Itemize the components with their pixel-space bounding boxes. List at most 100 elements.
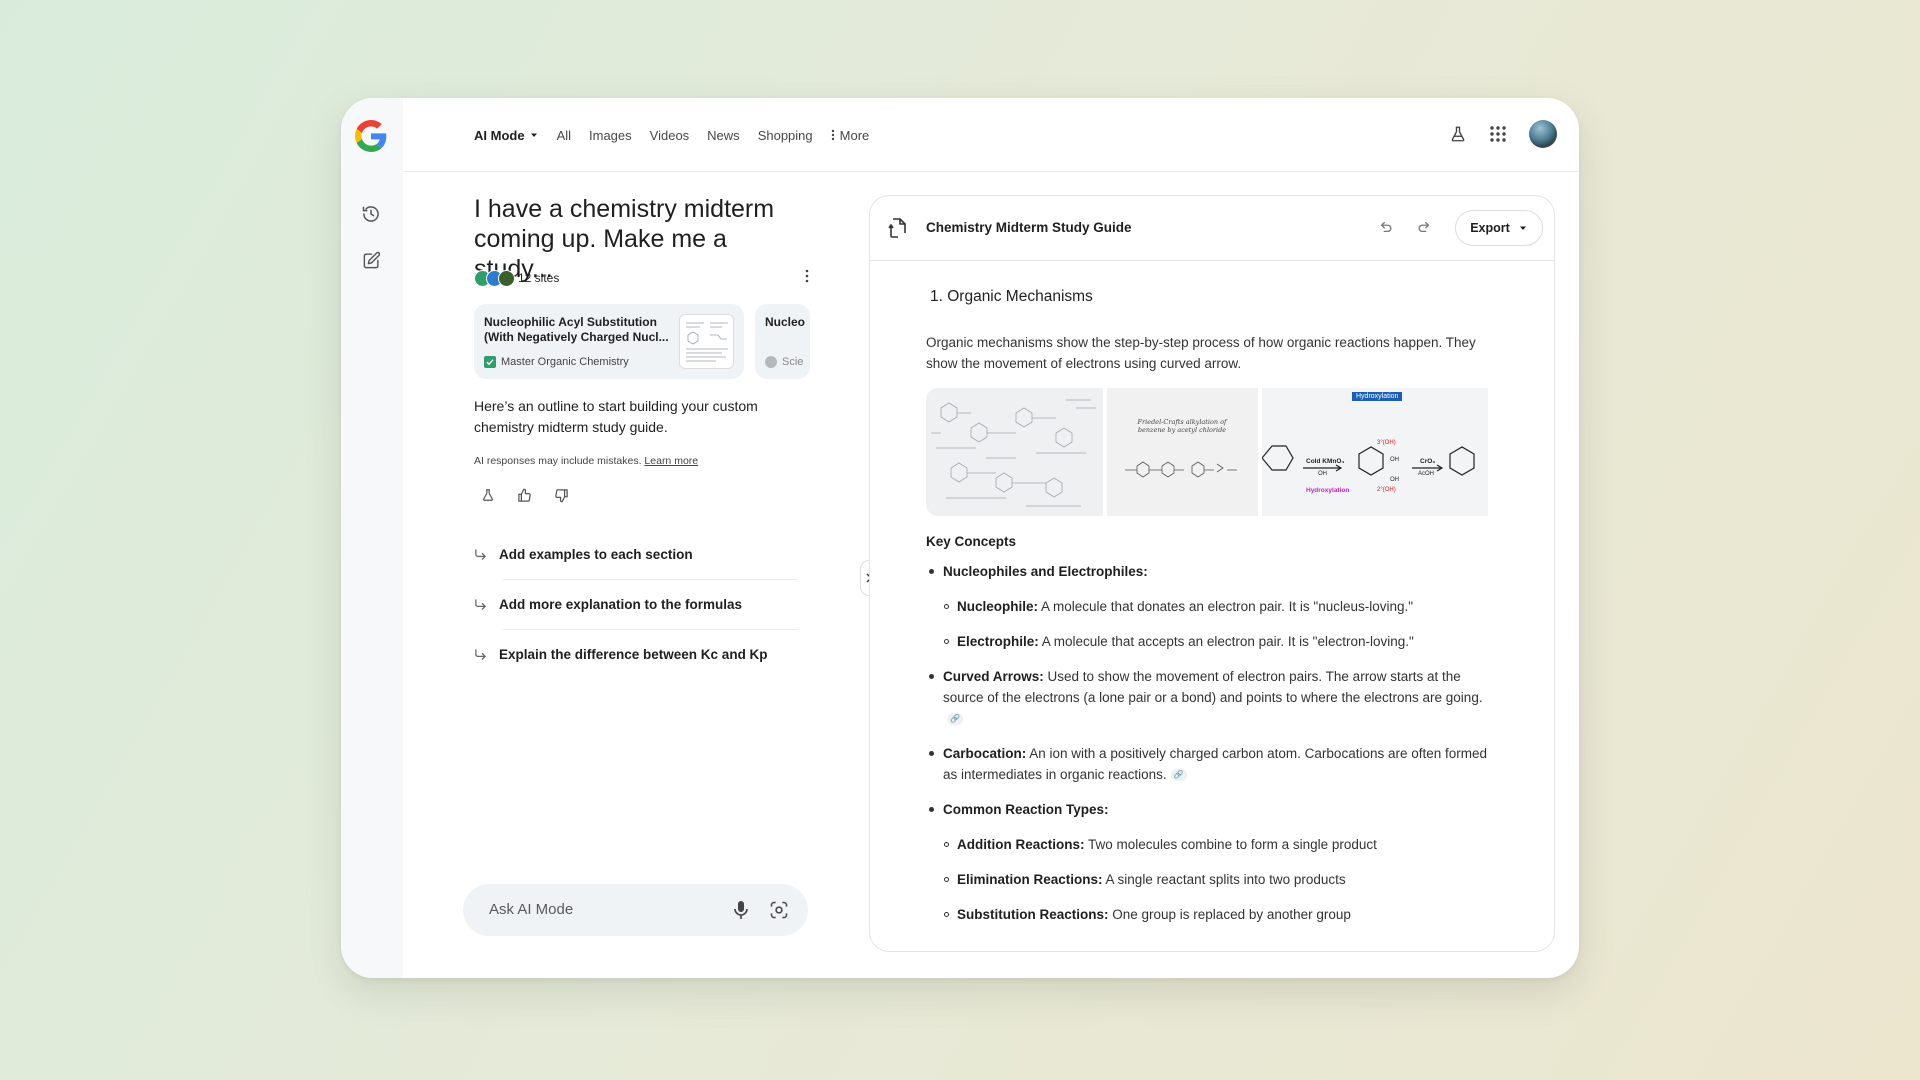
ask-ai-mode-input[interactable]: Ask AI Mode — [463, 884, 808, 936]
concept-term: Common Reaction Types: — [943, 802, 1109, 817]
suggestion-item[interactable]: Add examples to each section — [474, 529, 794, 579]
list-item: Nucleophile: A molecule that donates an … — [943, 596, 1496, 617]
concept-text: A molecule that donates an electron pair… — [1038, 599, 1414, 614]
learn-more-link[interactable]: Learn more — [644, 455, 698, 467]
labs-flask-icon[interactable] — [481, 488, 495, 502]
mechanism-image-2[interactable]: Friedel-Crafts alkylation of benzene by … — [1107, 388, 1258, 516]
reagent-1: Cold KMnO₄ — [1306, 458, 1345, 465]
list-item: Curved Arrows: Used to show the movement… — [926, 666, 1496, 729]
reply-arrow-icon — [475, 548, 487, 560]
apps-grid-icon[interactable] — [1489, 125, 1507, 143]
source-site: Master Organic Chemistry — [484, 356, 629, 368]
suggestion-label: Explain the difference between Kc and Kp — [499, 646, 768, 662]
list-item: Carbocation: An ion with a positively ch… — [926, 743, 1496, 785]
thumbs-up-icon[interactable] — [517, 488, 532, 503]
mechanism-image-1[interactable] — [926, 388, 1103, 516]
disclaimer: AI responses may include mistakes. Learn… — [474, 455, 698, 467]
history-icon — [362, 206, 379, 222]
source-site-name: Master Organic Chemistry — [501, 356, 629, 368]
source-site: Scie — [765, 356, 803, 368]
source-title: Nucleo — [765, 315, 806, 329]
tab-all[interactable]: All — [557, 128, 571, 143]
tab-images[interactable]: Images — [589, 128, 632, 143]
history-button[interactable] — [356, 199, 386, 229]
app-window: AI Mode All Images Videos News Shopping … — [341, 98, 1579, 978]
suggestion-item[interactable]: Explain the difference between Kc and Kp — [474, 629, 794, 679]
tab-videos[interactable]: Videos — [650, 128, 690, 143]
tab-news[interactable]: News — [707, 128, 740, 143]
source-thumbnail — [679, 314, 734, 369]
concept-text: A single reactant splits into two produc… — [1102, 872, 1346, 887]
oh-label-3: 3°(OH) — [1377, 440, 1396, 446]
source-card[interactable]: Nucleophilic Acyl Substitution (With Neg… — [474, 304, 744, 379]
concept-text: One group is replaced by another group — [1108, 907, 1351, 922]
reply-arrow-icon — [475, 648, 487, 660]
concepts-list: Nucleophiles and Electrophiles: Nucleoph… — [926, 561, 1496, 925]
site-favicons — [474, 269, 515, 287]
more-vert-icon — [831, 129, 834, 141]
suggestion-label: Add examples to each section — [499, 546, 693, 562]
side-rail — [341, 98, 403, 978]
concept-term: Nucleophile: — [957, 599, 1039, 614]
redo-icon[interactable] — [1417, 220, 1431, 234]
oh-label-a: OH — [1390, 457, 1399, 463]
search-tabs: AI Mode All Images Videos News Shopping … — [474, 98, 869, 172]
source-card-2[interactable]: Nucleo Scie — [755, 304, 810, 379]
doc-header: Chemistry Midterm Study Guide Export — [870, 196, 1554, 261]
oh-label-b: OH — [1390, 477, 1399, 483]
google-logo-icon[interactable] — [355, 120, 387, 152]
reagent-1b: OH — [1318, 471, 1327, 477]
key-concepts-heading: Key Concepts — [926, 534, 1017, 549]
oh-label-2: 2°(OH) — [1377, 487, 1396, 493]
ask-placeholder: Ask AI Mode — [489, 901, 574, 918]
list-item: Electrophile: A molecule that accepts an… — [943, 631, 1496, 652]
concept-term: Nucleophiles and Electrophiles: — [943, 564, 1148, 579]
link-icon[interactable]: 🔗 — [947, 713, 963, 726]
list-item: Elimination Reactions: A single reactant… — [943, 869, 1496, 890]
concept-term: Substitution Reactions: — [957, 907, 1109, 922]
undo-icon[interactable] — [1379, 220, 1393, 234]
avatar[interactable] — [1529, 120, 1557, 148]
doc-body: 1. Organic Mechanisms Organic mechanisms… — [926, 276, 1496, 939]
list-item: Addition Reactions: Two molecules combin… — [943, 834, 1496, 855]
sub-list: Nucleophile: A molecule that donates an … — [943, 596, 1496, 652]
tab-more[interactable]: More — [831, 128, 869, 143]
source-title: Nucleophilic Acyl Substitution (With Neg… — [484, 315, 669, 344]
image-strip[interactable]: Friedel-Crafts alkylation of benzene by … — [926, 388, 1496, 516]
reagent-2: CrO₃ — [1420, 458, 1436, 465]
document-sync-icon — [888, 218, 906, 238]
section-heading: 1. Organic Mechanisms — [930, 288, 1093, 305]
thumbs-down-icon[interactable] — [554, 488, 569, 503]
suggestion-label: Add more explanation to the formulas — [499, 596, 743, 612]
caret-down-icon — [1519, 226, 1526, 230]
export-button[interactable]: Export — [1455, 210, 1543, 246]
labs-flask-icon[interactable] — [1449, 125, 1467, 143]
list-item: Common Reaction Types: Addition Reaction… — [926, 799, 1496, 925]
edit-icon — [363, 251, 380, 268]
doc-title: Chemistry Midterm Study Guide — [926, 220, 1132, 235]
lens-camera-icon[interactable] — [769, 900, 789, 920]
concept-term: Curved Arrows: — [943, 669, 1044, 684]
response-text: Here’s an outline to start building your… — [474, 398, 758, 435]
top-right-actions — [1449, 120, 1557, 148]
link-icon[interactable]: 🔗 — [1170, 769, 1187, 782]
caret-down-icon — [530, 133, 537, 137]
export-label: Export — [1470, 221, 1510, 235]
concept-term: Elimination Reactions: — [957, 872, 1103, 887]
concept-text: Two molecules combine to form a single p… — [1084, 837, 1377, 852]
new-chat-button[interactable] — [356, 245, 386, 275]
mechanism-image-3[interactable]: Hydroxylation Cold KMnO₄ OH Hydroxylatio… — [1262, 388, 1488, 516]
sites-count: 12 sites — [518, 271, 560, 285]
microphone-icon[interactable] — [732, 900, 750, 920]
sites-row[interactable]: 12 sites — [474, 269, 809, 287]
tab-ai-mode[interactable]: AI Mode — [474, 128, 539, 143]
more-options-icon[interactable] — [805, 269, 809, 283]
science-favicon-icon — [765, 356, 777, 368]
list-item: Substitution Reactions: One group is rep… — [943, 904, 1496, 925]
reply-arrow-icon — [475, 598, 487, 610]
suggestion-item[interactable]: Add more explanation to the formulas — [474, 579, 794, 629]
study-guide-panel: Chemistry Midterm Study Guide Export 1. … — [869, 195, 1555, 952]
tab-shopping[interactable]: Shopping — [758, 128, 813, 143]
concept-term: Electrophile: — [957, 634, 1039, 649]
reagent-2b: AcOH — [1418, 471, 1435, 477]
